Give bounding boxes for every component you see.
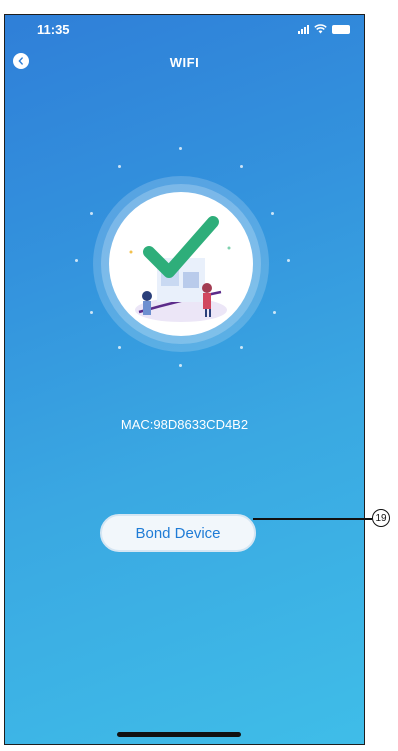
battery-icon [332, 24, 350, 34]
home-indicator [117, 732, 241, 737]
decor-dot [179, 147, 182, 150]
decor-dot [240, 165, 243, 168]
decor-dot [118, 165, 121, 168]
decor-dot [118, 346, 121, 349]
status-icons [298, 24, 350, 34]
decor-dot [90, 212, 93, 215]
success-illustration-art [129, 216, 231, 322]
decor-dot [287, 259, 290, 262]
phone-screen: 11:35 WIFI MAC:98D8633CD4B2 Bond Device [4, 14, 365, 745]
decor-dot [75, 259, 78, 262]
signal-icon [298, 24, 309, 34]
bond-device-button[interactable]: Bond Device [100, 514, 256, 552]
status-bar: 11:35 [5, 15, 364, 49]
decor-dot [240, 346, 243, 349]
status-time: 11:35 [37, 22, 70, 37]
decor-dot [273, 311, 276, 314]
mac-address: MAC:98D8633CD4B2 [120, 417, 249, 432]
callout-number: 19 [372, 509, 390, 527]
decor-dot [90, 311, 93, 314]
callout-line [253, 518, 372, 520]
success-illustration [109, 192, 253, 336]
decor-dot [179, 364, 182, 367]
page-title: WIFI [169, 55, 200, 70]
wifi-icon [314, 24, 327, 34]
decor-dot [271, 212, 274, 215]
